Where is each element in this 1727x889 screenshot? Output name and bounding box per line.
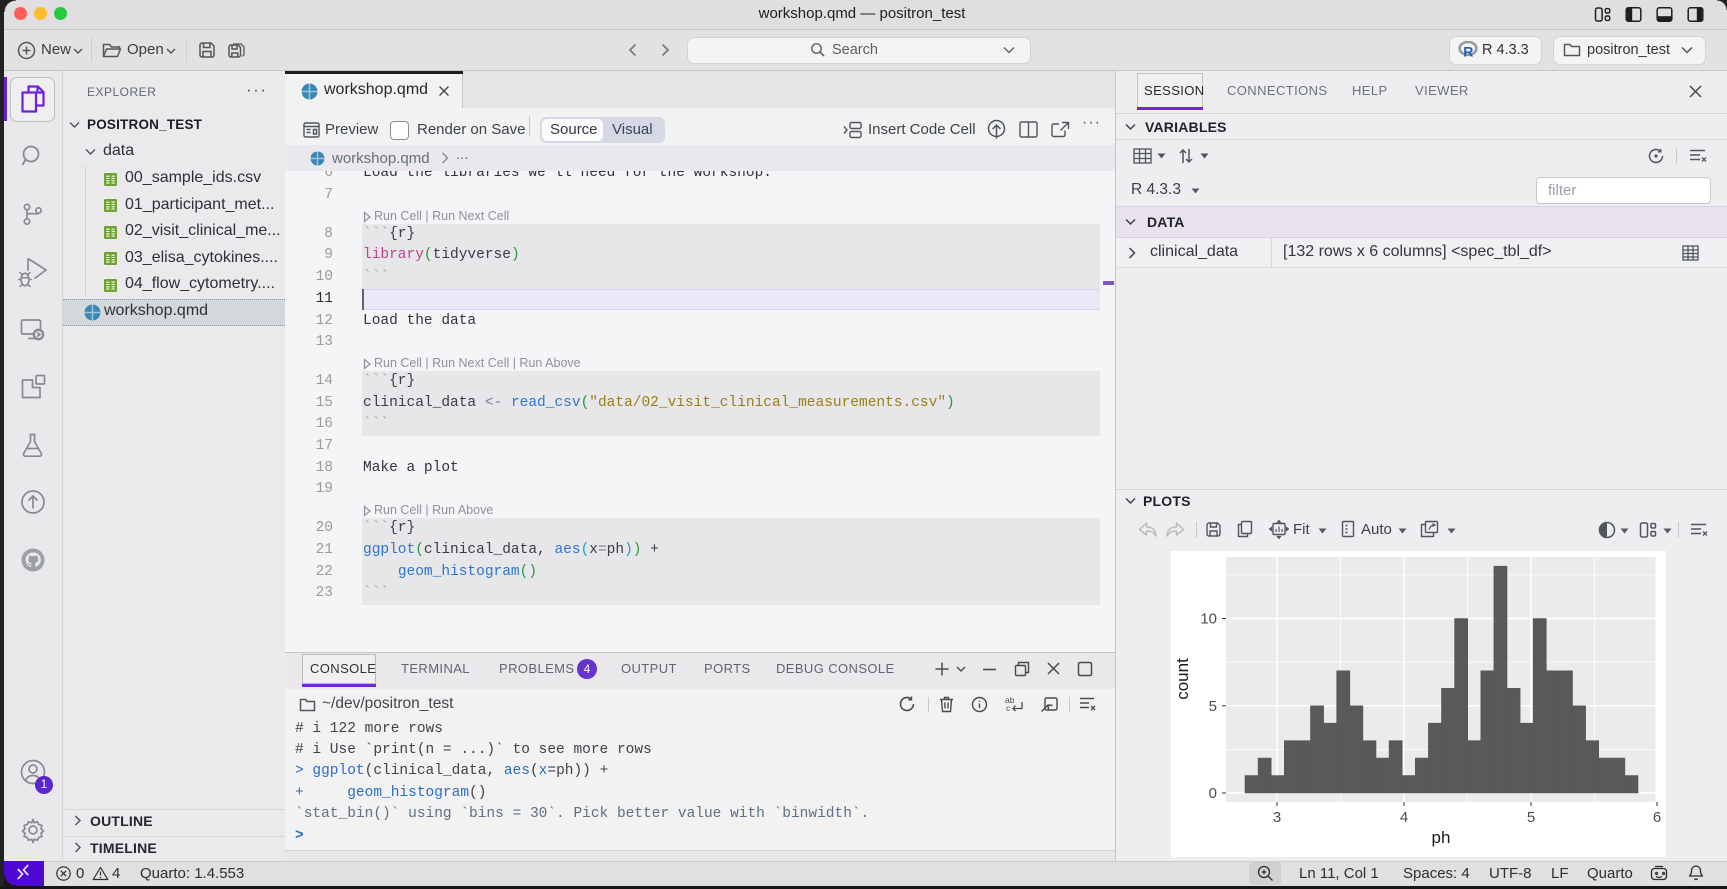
svg-text:R: R [1463,43,1473,58]
svg-text:0: 0 [1209,785,1217,802]
svg-text:3: 3 [1273,809,1281,826]
svg-text:4: 4 [1400,809,1408,826]
svg-text:6: 6 [1653,809,1661,826]
svg-text:ph: ph [1432,828,1451,847]
svg-text:5: 5 [1527,809,1535,826]
svg-text:count: count [1173,658,1192,700]
svg-text:5: 5 [1209,698,1217,715]
svg-text:10: 10 [1200,611,1217,628]
